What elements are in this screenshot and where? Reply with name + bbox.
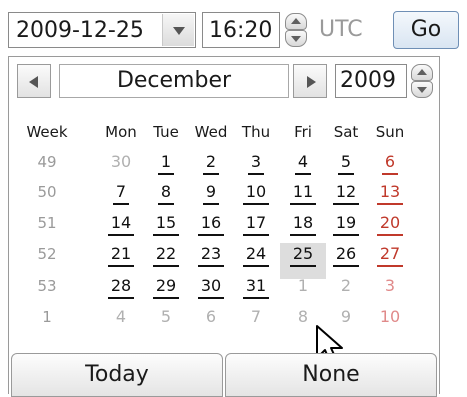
calendar-day[interactable]: 9 [203, 182, 219, 205]
date-dropdown-button[interactable] [162, 14, 194, 46]
week-number: 52 [37, 245, 57, 263]
calendar-day[interactable]: 12 [333, 182, 359, 205]
calendar-day[interactable]: 26 [333, 244, 359, 267]
week-number: 50 [37, 183, 57, 201]
calendar-day[interactable]: 1 [158, 152, 174, 175]
time-field-value: 16:20 [209, 18, 273, 43]
calendar-day[interactable]: 28 [108, 276, 134, 299]
calendar-day[interactable]: 15 [153, 213, 179, 236]
date-time-toolbar: 2009-12-25 16:20 UTC Go [0, 0, 467, 56]
calendar-day[interactable]: 2 [203, 152, 219, 175]
calendar-day[interactable]: 24 [243, 244, 269, 267]
calendar-day[interactable]: 29 [153, 276, 179, 299]
weekday-header: Sat [333, 123, 359, 141]
time-increment-button[interactable] [285, 13, 307, 30]
calendar-day-outside[interactable]: 4 [113, 307, 129, 328]
chevron-down-icon [173, 27, 185, 35]
calendar-day[interactable]: 10 [243, 182, 269, 205]
calendar-day-outside[interactable]: 3 [382, 276, 398, 297]
weekday-header: Fri [294, 123, 312, 141]
calendar-day[interactable]: 22 [153, 244, 179, 267]
time-spinner [285, 13, 307, 47]
weekday-header: Sun [375, 123, 405, 141]
calendar-day[interactable]: 16 [198, 213, 224, 236]
calendar-day[interactable]: 4 [295, 152, 311, 175]
weekday-header: Mon [105, 123, 137, 141]
calendar-popup: December 2009 Week Mon Tue Wed Thu Fri Sat Sun 4… [8, 56, 441, 397]
calendar-day[interactable]: 13 [377, 182, 403, 205]
calendar-day-outside[interactable]: 30 [108, 152, 134, 173]
calendar-day[interactable]: 27 [377, 244, 403, 267]
timezone-label: UTC [319, 17, 363, 42]
calendar-day[interactable]: 19 [333, 213, 359, 236]
calendar-day[interactable]: 21 [108, 244, 134, 267]
week-number: 49 [37, 153, 57, 171]
arrow-up-icon [291, 18, 301, 24]
calendar-day-outside[interactable]: 2 [338, 276, 354, 297]
weekday-header: Tue [153, 123, 179, 141]
calendar-day[interactable]: 23 [198, 244, 224, 267]
go-button[interactable]: Go [393, 11, 459, 49]
calendar-day[interactable]: 7 [113, 182, 129, 205]
calendar-grid: Week Mon Tue Wed Thu Fri Sat Sun 49 30 1 2 3 4 5 6 50 7 8 9… [9, 57, 441, 357]
time-field[interactable]: 16:20 [202, 12, 280, 48]
week-number: 53 [37, 277, 57, 295]
weekday-header: Thu [241, 123, 271, 141]
calendar-day-outside[interactable]: 7 [248, 307, 264, 328]
calendar-day-outside[interactable]: 6 [203, 307, 219, 328]
none-button[interactable]: None [225, 353, 437, 397]
week-column-header: Week [26, 123, 68, 141]
calendar-day[interactable]: 5 [338, 152, 354, 175]
calendar-day[interactable]: 8 [158, 182, 174, 205]
week-number: 51 [37, 214, 57, 232]
calendar-day-outside[interactable]: 8 [295, 307, 311, 328]
calendar-day-outside[interactable]: 1 [295, 276, 311, 297]
calendar-day[interactable]: 30 [198, 276, 224, 299]
calendar-day-outside[interactable]: 5 [158, 307, 174, 328]
calendar-day[interactable]: 18 [290, 213, 316, 236]
week-number: 1 [42, 308, 52, 326]
calendar-day[interactable]: 17 [243, 213, 269, 236]
calendar-day[interactable]: 31 [243, 276, 269, 299]
date-field-value: 2009-12-25 [16, 18, 144, 43]
calendar-day[interactable]: 20 [377, 213, 403, 236]
calendar-day[interactable]: 3 [248, 152, 264, 175]
calendar-day[interactable]: 14 [108, 213, 134, 236]
arrow-down-icon [291, 36, 301, 42]
time-decrement-button[interactable] [285, 30, 307, 47]
date-field[interactable]: 2009-12-25 [8, 12, 196, 48]
calendar-day-hovered[interactable]: 25 [290, 244, 316, 267]
today-button[interactable]: Today [11, 353, 223, 397]
calendar-day-outside[interactable]: 10 [377, 307, 403, 328]
calendar-day[interactable]: 6 [382, 152, 398, 175]
calendar-day[interactable]: 11 [290, 182, 316, 205]
weekday-header: Wed [194, 123, 228, 141]
